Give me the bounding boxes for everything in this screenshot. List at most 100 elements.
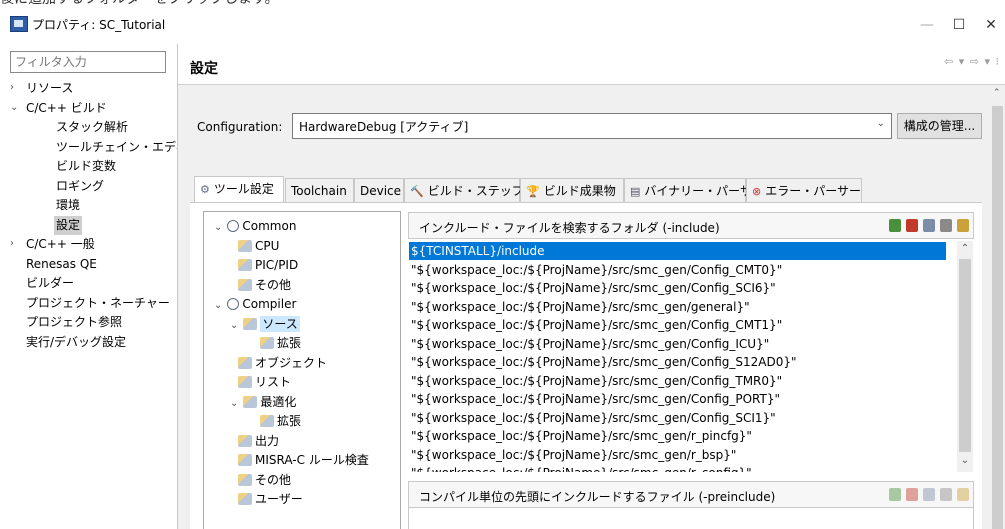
tree-item[interactable]: ⌄ ソース (230, 315, 300, 334)
include-path-item[interactable]: "${workspace_loc:/${ProjName}/src/smc_ge… (411, 335, 769, 353)
nav-item[interactable]: 環境 (56, 196, 80, 215)
nav-item[interactable]: Renesas QE (26, 255, 97, 274)
tree-item-label: Compiler (242, 297, 297, 311)
tab-label: ツール設定 (213, 182, 274, 196)
chevron-down-icon[interactable]: ⌄ (230, 398, 238, 409)
edit-icon[interactable] (923, 219, 935, 232)
tree-item[interactable]: ユーザー (238, 490, 303, 509)
tree-item-label: ユーザー (255, 492, 303, 506)
app-icon (10, 16, 28, 32)
tab-label: ビルド・ステップ (427, 184, 524, 198)
move-up-icon[interactable] (940, 219, 952, 232)
tree-item[interactable]: CPU (238, 237, 279, 256)
include-list-scroll-thumb[interactable] (959, 259, 971, 452)
add-icon[interactable] (889, 488, 901, 501)
nav-item[interactable]: C/C++ ビルド (26, 99, 107, 118)
tree-item-label: 出力 (255, 433, 280, 448)
chevron-down-icon[interactable]: ⌄ (214, 300, 222, 311)
tree-item[interactable]: 拡張 (260, 412, 301, 431)
tree-item[interactable]: 拡張 (260, 334, 301, 353)
gear-icon: ⚙ (200, 183, 210, 196)
move-down-icon[interactable] (957, 488, 969, 501)
include-path-item[interactable]: "${workspace_loc:/${ProjName}/src/smc_ge… (411, 298, 750, 316)
chevron-down-icon[interactable]: ⌄ (230, 320, 238, 331)
scroll-down-icon[interactable]: ⌄ (957, 455, 973, 466)
preinclude-panel-title: コンパイル単位の先頭にインクルードするファイル (-preinclude) (419, 490, 776, 504)
include-path-item[interactable]: "${workspace_loc:/${ProjName}/src/smc_ge… (411, 446, 736, 464)
delete-icon[interactable] (906, 219, 918, 232)
preinclude-panel-header: コンパイル単位の先頭にインクルードするファイル (-preinclude) (408, 481, 974, 508)
tab[interactable]: ⊗ エラー・パーサー (746, 178, 862, 202)
close-button[interactable]: ✕ (976, 12, 1005, 38)
chevron-right-icon[interactable]: › (10, 82, 14, 93)
nav-item[interactable]: ビルド変数 (56, 157, 116, 176)
tree-item[interactable]: リスト (238, 373, 291, 392)
tab[interactable]: ▤ バイナリー・パーサー (624, 178, 764, 202)
content-scroll-thumb[interactable] (992, 106, 1003, 529)
nav-item[interactable]: ビルダー (26, 274, 74, 293)
include-path-item[interactable]: "${workspace_loc:/${ProjName}/src/smc_ge… (411, 409, 776, 427)
tree-item[interactable]: PIC/PID (238, 256, 298, 275)
include-list-scrollbar[interactable]: ⌃ ⌄ (957, 241, 973, 472)
include-path-item[interactable]: "${workspace_loc:/${ProjName}/src/smc_ge… (411, 390, 780, 408)
chevron-right-icon[interactable]: › (10, 238, 14, 249)
nav-item[interactable]: ロギング (56, 177, 104, 196)
tool-icon (238, 454, 252, 466)
include-path-item[interactable]: "${workspace_loc:/${ProjName}/src/smc_ge… (411, 316, 782, 334)
nav-item[interactable]: スタック解析 (56, 118, 128, 137)
tab[interactable]: ⚙ ツール設定 (194, 176, 284, 203)
scroll-up-icon[interactable]: ⌃ (993, 88, 1001, 98)
include-path-item[interactable]: ${TCINSTALL}/include (409, 242, 946, 260)
edit-icon[interactable] (923, 488, 935, 501)
tree-item[interactable]: オブジェクト (238, 354, 327, 373)
filter-input[interactable] (10, 51, 166, 73)
tool-settings-tree[interactable]: ⌄ Common CPU PIC/PID その他 ⌄ Compiler ⌄ ソース 拡張 オブジェク… (203, 211, 401, 529)
nav-item[interactable]: プロジェクト・ネーチャー (26, 294, 170, 313)
chevron-down-icon: ⌄ (876, 118, 885, 129)
tree-item-label: 最適化 (260, 394, 297, 409)
tree-item-label: リスト (255, 375, 292, 389)
include-path-item[interactable]: "${workspace_loc:/${ProjName}/src/smc_ge… (411, 279, 776, 297)
tab[interactable]: 🔨 ビルド・ステップ (404, 178, 524, 202)
tree-item[interactable]: ⌄ Common (214, 217, 296, 236)
tree-item[interactable]: その他 (238, 471, 291, 490)
include-path-item[interactable]: "${workspace_loc:/${ProjName}/src/smc_ge… (411, 353, 797, 371)
delete-icon[interactable] (906, 488, 918, 501)
minimize-button[interactable]: — (912, 12, 942, 38)
tab-label: ビルド成果物 (543, 184, 616, 198)
tab[interactable]: Toolchain (285, 178, 354, 202)
chevron-down-icon[interactable]: ⌄ (10, 102, 18, 113)
include-path-item[interactable]: "${workspace_loc:/${ProjName}/src/smc_ge… (411, 464, 752, 472)
scroll-up-icon[interactable]: ⌃ (957, 243, 973, 254)
include-path-item[interactable]: "${workspace_loc:/${ProjName}/src/smc_ge… (411, 427, 752, 445)
configuration-select[interactable]: HardwareDebug [アクティブ] ⌄ (292, 113, 892, 139)
chevron-down-icon[interactable]: ⌄ (214, 222, 222, 233)
tree-item-label: 拡張 (277, 336, 302, 350)
nav-item[interactable]: C/C++ 一般 (26, 235, 95, 254)
include-panel-title: インクルード・ファイルを検索するフォルダ (-include) (419, 221, 720, 235)
add-icon[interactable] (889, 219, 901, 232)
tree-item[interactable]: 出力 (238, 432, 279, 451)
maximize-button[interactable]: ☐ (944, 12, 974, 38)
include-paths-list[interactable]: ${TCINSTALL}/include "${workspace_loc:/${… (409, 241, 956, 472)
tree-item[interactable]: ⌄ Compiler (214, 295, 296, 314)
tree-item[interactable]: MISRA-C ルール検査 (238, 451, 369, 470)
tree-item[interactable]: その他 (238, 276, 291, 295)
tab-label: Toolchain (291, 184, 347, 198)
move-down-icon[interactable] (957, 219, 969, 232)
tab[interactable]: 🏆 ビルド成果物 (520, 178, 624, 202)
nav-item[interactable]: プロジェクト参照 (26, 313, 122, 332)
tab[interactable]: Device (354, 178, 404, 202)
nav-item[interactable]: 設定 (54, 215, 83, 235)
tree-item[interactable]: ⌄ 最適化 (230, 393, 296, 412)
tool-icon (238, 434, 252, 447)
nav-item[interactable]: 実行/デバッグ設定 (26, 333, 126, 352)
move-up-icon[interactable] (940, 488, 952, 501)
include-path-item[interactable]: "${workspace_loc:/${ProjName}/src/smc_ge… (411, 372, 782, 390)
nav-item[interactable]: リソース (26, 79, 73, 98)
manage-configurations-button[interactable]: 構成の管理... (897, 113, 982, 139)
tree-item-label: PIC/PID (255, 258, 299, 272)
include-path-item[interactable]: "${workspace_loc:/${ProjName}/src/smc_ge… (411, 261, 782, 279)
preinclude-list[interactable] (408, 508, 974, 529)
history-nav-icons[interactable]: ⇦ ▾ ⇨ ▾ ⁝ (944, 55, 1000, 68)
